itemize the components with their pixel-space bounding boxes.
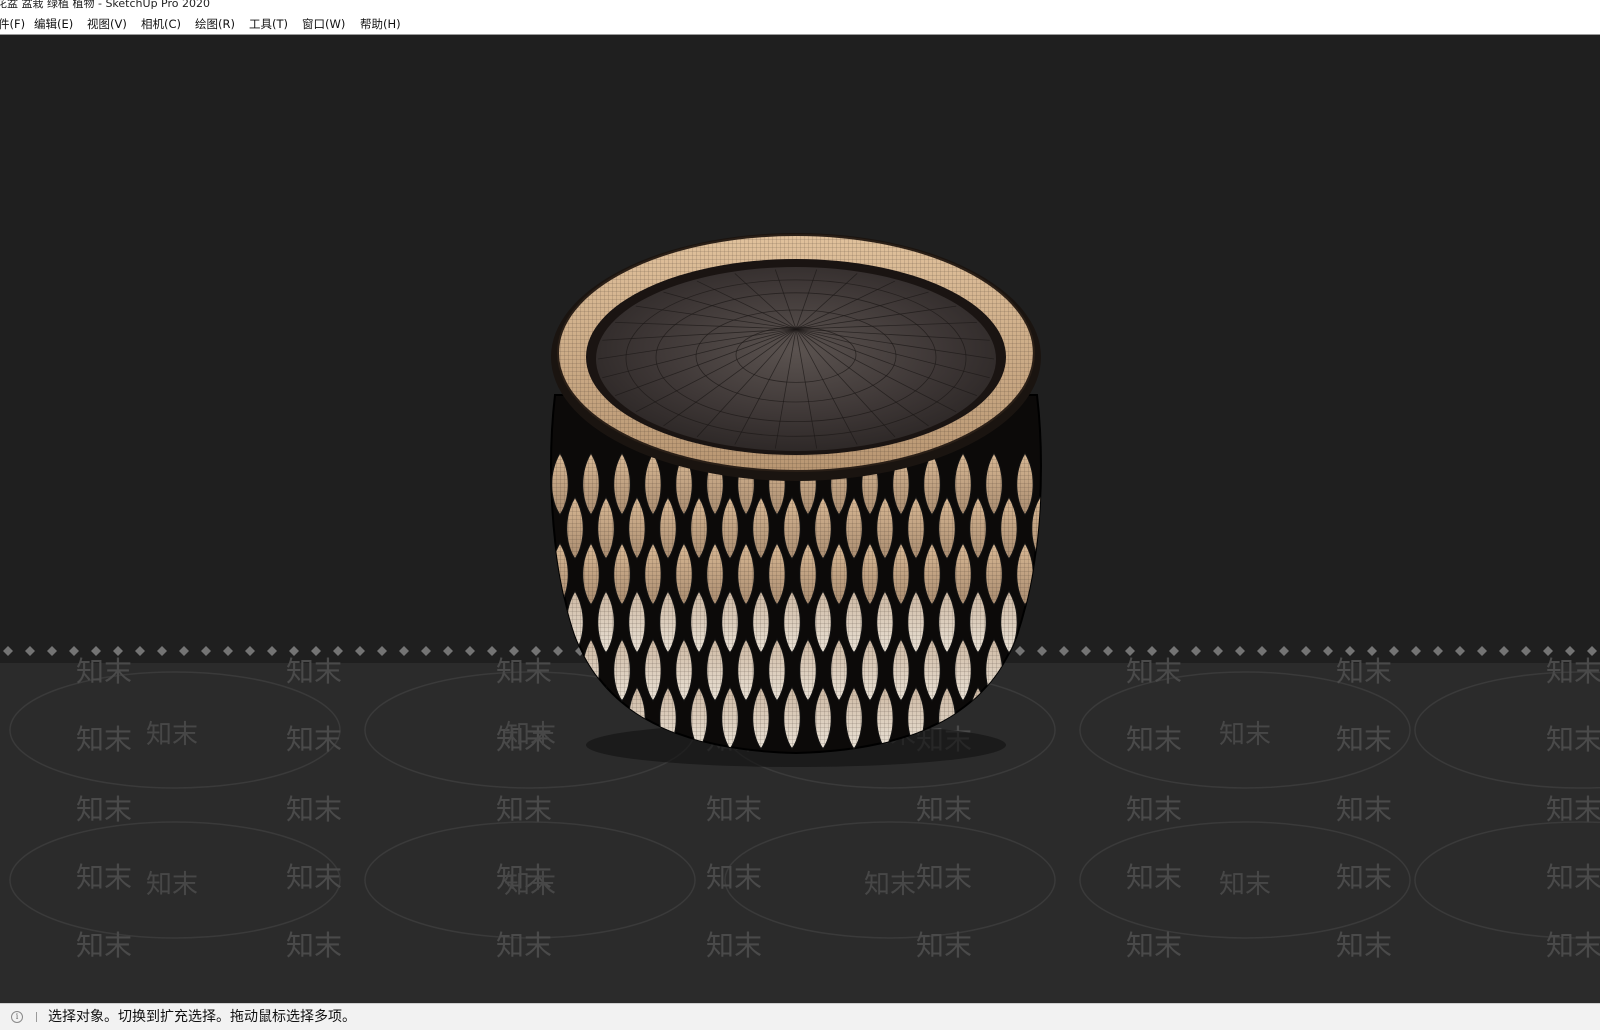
watermark-text: 知末 bbox=[76, 723, 132, 756]
floor-marker bbox=[465, 646, 475, 656]
watermark-text: 知末 bbox=[916, 861, 972, 894]
menu-view[interactable]: 视图(V) bbox=[87, 16, 127, 32]
floor-marker bbox=[1455, 646, 1465, 656]
floor-marker bbox=[1257, 646, 1267, 656]
watermark-text: 知末 bbox=[76, 929, 132, 962]
floor-marker bbox=[1037, 646, 1047, 656]
floor-marker bbox=[1411, 646, 1421, 656]
floor-marker bbox=[399, 646, 409, 656]
watermark-text: 知末 bbox=[146, 720, 198, 750]
watermark-text: 知末 bbox=[1336, 723, 1392, 756]
leaf-scale-mesh bbox=[1031, 591, 1041, 653]
watermark-text: 知末 bbox=[286, 723, 342, 756]
floor-marker bbox=[223, 646, 233, 656]
menu-edit[interactable]: 编辑(E) bbox=[34, 16, 73, 32]
floor-marker bbox=[1235, 646, 1245, 656]
floor-marker bbox=[1477, 646, 1487, 656]
watermark-text: 知末 bbox=[496, 793, 552, 826]
watermark-text: 知末 bbox=[706, 929, 762, 962]
status-divider bbox=[36, 1012, 37, 1022]
watermark-text: 知末 bbox=[1336, 655, 1392, 688]
floor-marker bbox=[135, 646, 145, 656]
watermark-text: 知末 bbox=[504, 870, 556, 900]
floor-marker bbox=[201, 646, 211, 656]
watermark-text: 知末 bbox=[76, 793, 132, 826]
watermark-text: 知末 bbox=[1336, 861, 1392, 894]
watermark-text: 知末 bbox=[1219, 720, 1271, 750]
watermark-text: 知末 bbox=[916, 793, 972, 826]
watermark-text: 知末 bbox=[1546, 655, 1600, 688]
watermark-text: 知末 bbox=[1546, 929, 1600, 962]
title-bar: 花盆 盆栽 绿植 植物 - SketchUp Pro 2020 bbox=[0, 0, 1600, 13]
floor-marker bbox=[355, 646, 365, 656]
watermark-text: 知末 bbox=[286, 861, 342, 894]
menu-bar: 件(F) 编辑(E) 视图(V) 相机(C) 绘图(R) 工具(T) 窗口(W)… bbox=[0, 13, 1600, 35]
watermark-text: 知末 bbox=[504, 720, 556, 750]
floor-marker bbox=[1015, 646, 1025, 656]
watermark-text: 知末 bbox=[286, 655, 342, 688]
floor-marker bbox=[1103, 646, 1113, 656]
model-viewport[interactable]: 知末 知末 知末 知末 知末 知末 知末 知末 知末 知末 知末 知末 知末 知末 知末 知末 知末 知末 知末 知末… bbox=[0, 35, 1600, 1003]
watermark-text: 知末 bbox=[1126, 793, 1182, 826]
watermark-text: 知末 bbox=[1126, 929, 1182, 962]
menu-camera[interactable]: 相机(C) bbox=[141, 16, 181, 32]
floor-marker bbox=[157, 646, 167, 656]
scene-canvas[interactable]: 知末 知末 知末 知末 知末 知末知末 知末 知末 知末 知末 知末知末 知末 知末 知末 知末 知末 知末 知末… bbox=[0, 35, 1600, 1003]
basket-planter-model[interactable] bbox=[550, 233, 1048, 755]
menu-file[interactable]: 件(F) bbox=[0, 16, 25, 32]
floor-marker bbox=[1499, 646, 1509, 656]
floor-marker bbox=[245, 646, 255, 656]
floor-marker bbox=[47, 646, 57, 656]
window-title: 花盆 盆栽 绿植 植物 - SketchUp Pro 2020 bbox=[0, 0, 210, 10]
watermark-text: 知末 bbox=[1546, 723, 1600, 756]
floor-marker bbox=[1191, 646, 1201, 656]
watermark-text: 知末 bbox=[1546, 793, 1600, 826]
floor-marker bbox=[1081, 646, 1091, 656]
watermark-text: 知末 bbox=[1219, 870, 1271, 900]
watermark-text: 知末 bbox=[496, 929, 552, 962]
watermark-text: 知末 bbox=[76, 655, 132, 688]
floor-marker bbox=[553, 646, 563, 656]
watermark-text: 知末 bbox=[1126, 723, 1182, 756]
menu-draw[interactable]: 绘图(R) bbox=[195, 16, 235, 32]
floor-marker bbox=[179, 646, 189, 656]
floor-marker bbox=[1433, 646, 1443, 656]
watermark-text: 知末 bbox=[146, 870, 198, 900]
menu-help[interactable]: 帮助(H) bbox=[360, 16, 401, 32]
watermark-text: 知末 bbox=[1546, 861, 1600, 894]
floor-marker bbox=[3, 646, 13, 656]
watermark-text: 知末 bbox=[1336, 793, 1392, 826]
menu-tools[interactable]: 工具(T) bbox=[249, 16, 288, 32]
floor-marker bbox=[1521, 646, 1531, 656]
watermark-text: 知末 bbox=[1126, 655, 1182, 688]
info-icon[interactable]: i bbox=[11, 1011, 23, 1023]
floor-marker bbox=[443, 646, 453, 656]
watermark-text: 知末 bbox=[916, 929, 972, 962]
watermark-text: 知末 bbox=[286, 929, 342, 962]
status-bar: i 选择对象。切换到扩充选择。拖动鼠标选择多项。 bbox=[0, 1003, 1600, 1030]
floor-marker bbox=[1279, 646, 1289, 656]
watermark-text: 知末 bbox=[1336, 929, 1392, 962]
watermark-text: 知末 bbox=[706, 861, 762, 894]
floor-marker bbox=[25, 646, 35, 656]
floor-marker bbox=[1323, 646, 1333, 656]
floor-marker bbox=[267, 646, 277, 656]
watermark-text: 知末 bbox=[76, 861, 132, 894]
watermark-text: 知末 bbox=[706, 793, 762, 826]
watermark-text: 知末 bbox=[496, 655, 552, 688]
floor-marker bbox=[421, 646, 431, 656]
floor-marker bbox=[1301, 646, 1311, 656]
watermark-text: 知末 bbox=[1126, 861, 1182, 894]
status-message: 选择对象。切换到扩充选择。拖动鼠标选择多项。 bbox=[48, 1009, 356, 1025]
floor-marker bbox=[1059, 646, 1069, 656]
leaf-scale bbox=[1031, 589, 1041, 655]
menu-window[interactable]: 窗口(W) bbox=[302, 16, 345, 32]
floor-marker bbox=[1213, 646, 1223, 656]
watermark-text: 知末 bbox=[286, 793, 342, 826]
floor-marker bbox=[377, 646, 387, 656]
watermark-text: 知末 bbox=[864, 870, 916, 900]
